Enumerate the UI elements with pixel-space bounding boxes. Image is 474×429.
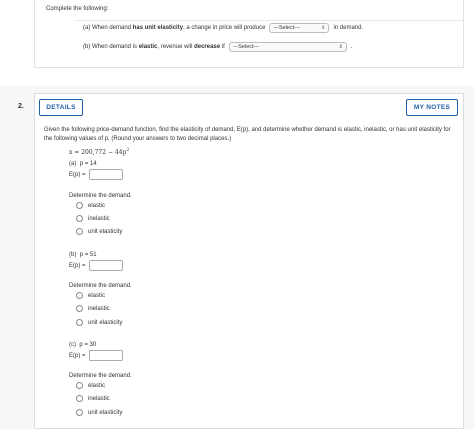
row-a-middle: , a change in price will produce: [183, 25, 266, 31]
row-b-select[interactable]: ---Select--- ⇕: [228, 42, 347, 52]
part-a-p: (a) p = 14: [69, 161, 123, 167]
option-label: unit elasticity: [88, 319, 123, 326]
details-button[interactable]: DETAILS: [39, 99, 83, 116]
option-label: inelastic: [88, 305, 110, 312]
my-notes-button[interactable]: MY NOTES: [406, 99, 458, 116]
row-a-bold: has unit elasticity: [132, 25, 184, 31]
chevron-up-down-icon: ⇕: [321, 25, 326, 31]
part-b-answer-input[interactable]: [88, 260, 123, 271]
question-number: 2.: [18, 103, 24, 110]
part-b-label: (b): [69, 252, 77, 258]
option-label: elastic: [88, 292, 106, 299]
row-b-middle: , revenue will: [157, 44, 195, 50]
demand-equation: x = 200,772 − 44p2: [69, 148, 129, 156]
part-a-option-unit[interactable]: unit elasticity: [76, 228, 122, 235]
radio-icon[interactable]: [76, 202, 83, 209]
part-a-option-inelastic[interactable]: inelastic: [76, 215, 110, 222]
part-c-option-elastic[interactable]: elastic: [76, 382, 105, 389]
radio-icon[interactable]: [76, 292, 83, 299]
part-c: (c) p = 30 E(p) =: [69, 342, 123, 361]
part-b-determine-label: Determine the demand.: [69, 283, 132, 289]
part-a-p-value: p = 14: [79, 161, 97, 167]
radio-icon[interactable]: [76, 228, 83, 235]
option-label: inelastic: [88, 395, 110, 402]
part-c-p-value: p = 30: [79, 342, 97, 348]
question-prompt: Given the following price-demand functio…: [44, 127, 451, 142]
row-a-prefix: (a) When demand: [83, 25, 133, 31]
row-a: (a) When demand has unit elasticity , a …: [83, 23, 363, 33]
part-a-determine-label: Determine the demand.: [69, 193, 132, 199]
row-b-select-value: ---Select---: [232, 44, 260, 50]
part-c-label: (c): [69, 342, 76, 348]
part-c-option-unit[interactable]: unit elasticity: [76, 409, 122, 416]
part-b-option-elastic[interactable]: elastic: [76, 292, 105, 299]
question-card: DETAILS MY NOTES Given the following pri…: [34, 93, 464, 429]
previous-question-card: Complete the following: (a) When demand …: [34, 0, 465, 68]
part-b-p: (b) p = 51: [69, 252, 123, 258]
part-b-option-inelastic[interactable]: inelastic: [76, 305, 110, 312]
row-b-suffix: .: [350, 44, 353, 50]
part-a-option-elastic[interactable]: elastic: [76, 202, 105, 209]
part-a-answer-input[interactable]: [88, 169, 123, 180]
row-b-bold2: decrease: [194, 44, 221, 50]
chevron-up-down-icon: ⇕: [338, 44, 343, 50]
part-a: (a) p = 14 E(p) =: [69, 161, 123, 180]
option-label: inelastic: [88, 215, 110, 222]
part-b-ep-row: E(p) =: [69, 260, 123, 271]
radio-icon[interactable]: [76, 305, 83, 312]
radio-icon[interactable]: [76, 382, 83, 389]
row-b-prefix: (b) When demand is: [83, 44, 139, 50]
equation-base: x = 200,772 − 44p: [69, 149, 127, 156]
sub-question-panel: (a) When demand has unit elasticity , a …: [75, 20, 465, 64]
part-c-determine-label: Determine the demand.: [69, 373, 132, 379]
ep-label: E(p) =: [69, 262, 86, 269]
part-b-p-value: p = 51: [79, 252, 97, 258]
part-c-p: (c) p = 30: [69, 342, 123, 348]
option-label: unit elasticity: [88, 228, 123, 235]
part-c-option-inelastic[interactable]: inelastic: [76, 395, 110, 402]
option-label: elastic: [88, 202, 106, 209]
part-b-option-unit[interactable]: unit elasticity: [76, 319, 122, 326]
part-c-ep-row: E(p) =: [69, 350, 123, 361]
row-b-middle2: if: [220, 44, 225, 50]
part-b: (b) p = 51 E(p) =: [69, 252, 123, 271]
row-b-bold1: elastic: [138, 44, 158, 50]
part-a-ep-row: E(p) =: [69, 169, 123, 180]
row-a-select[interactable]: ---Select--- ⇕: [269, 23, 330, 33]
complete-following-label: Complete the following:: [46, 6, 109, 12]
row-a-suffix: in demand.: [333, 25, 364, 31]
ep-label: E(p) =: [69, 352, 86, 359]
radio-icon[interactable]: [76, 395, 83, 402]
part-c-answer-input[interactable]: [88, 350, 123, 361]
row-a-select-value: ---Select---: [273, 25, 300, 31]
row-b: (b) When demand is elastic , revenue wil…: [83, 42, 352, 52]
radio-icon[interactable]: [76, 319, 83, 326]
option-label: unit elasticity: [88, 409, 123, 416]
equation-exponent: 2: [126, 148, 130, 153]
radio-icon[interactable]: [76, 215, 83, 222]
part-a-label: (a): [69, 161, 77, 167]
ep-label: E(p) =: [69, 171, 86, 178]
radio-icon[interactable]: [76, 409, 83, 416]
option-label: elastic: [88, 382, 106, 389]
